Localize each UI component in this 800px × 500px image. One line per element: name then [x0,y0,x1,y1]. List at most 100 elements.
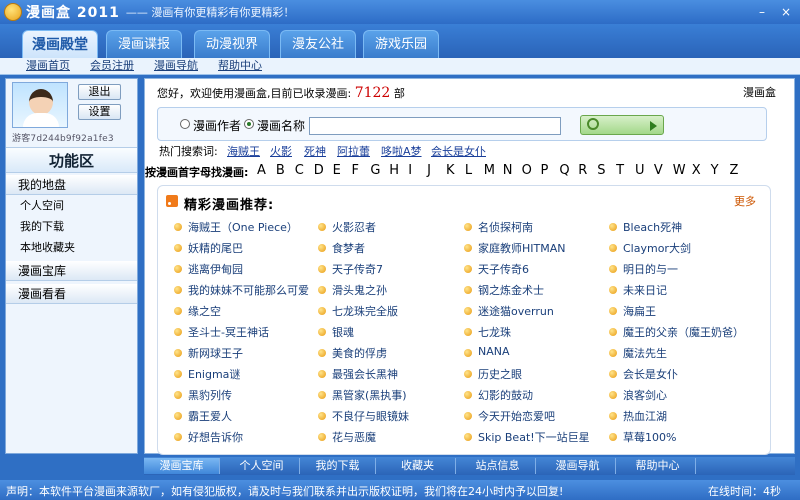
alphabet-letter[interactable]: D [314,163,324,178]
alphabet-letter[interactable]: R [578,163,587,178]
logout-button[interactable]: 退出 [78,84,121,100]
subnav-navigation[interactable]: 漫画导航 [154,58,198,74]
recommend-item[interactable]: 银魂 [332,324,354,340]
recommend-item[interactable]: 天子传奇6 [478,261,529,277]
bottom-tab-help[interactable]: 帮助中心 [620,458,696,474]
recommend-item[interactable]: 火影忍者 [332,219,376,235]
alphabet-letter[interactable]: I [408,163,412,178]
recommend-item[interactable]: 霸王爱人 [188,408,232,424]
recommend-item[interactable]: 幻影的鼓动 [478,387,533,403]
minimize-button[interactable]: – [752,3,772,21]
alphabet-letter[interactable]: J [427,163,431,178]
recommend-item[interactable]: 历史之眼 [478,366,522,382]
radio-name[interactable] [244,119,254,129]
sidebar-item-local-favorites[interactable]: 本地收藏夹 [20,239,75,255]
alphabet-letter[interactable]: U [635,163,645,178]
recommend-item[interactable]: Skip Beat!下一站巨星 [478,429,590,445]
recommend-item[interactable]: 未来日记 [623,282,667,298]
sidebar-section-manga-watch[interactable]: 漫画看看 [6,284,137,304]
alphabet-letter[interactable]: N [503,163,513,178]
bottom-tab-personal[interactable]: 个人空间 [224,458,300,474]
search-input[interactable] [309,117,561,135]
alphabet-letter[interactable]: P [541,163,549,178]
tab-game-park[interactable]: 游戏乐园 [363,30,439,58]
more-link[interactable]: 更多 [734,193,756,209]
recommend-item[interactable]: 浪客剑心 [623,387,667,403]
hot-word[interactable]: 死神 [304,143,326,159]
alphabet-letter[interactable]: W [673,163,686,178]
recommend-item[interactable]: Claymor大剑 [623,240,691,256]
tab-manga-intel[interactable]: 漫画谍报 [106,30,182,58]
alphabet-letter[interactable]: G [370,163,380,178]
close-button[interactable]: × [776,3,796,21]
recommend-item[interactable]: 热血江湖 [623,408,667,424]
alphabet-letter[interactable]: Y [711,163,719,178]
recommend-item[interactable]: 逃离伊甸园 [188,261,243,277]
sidebar-item-my-downloads[interactable]: 我的下载 [20,218,64,234]
hot-word[interactable]: 会长是女仆 [431,143,486,159]
recommend-item[interactable]: 好想告诉你 [188,429,243,445]
alphabet-letter[interactable]: Q [559,163,569,178]
bottom-tab-treasury[interactable]: 漫画宝库 [144,458,220,474]
recommend-item[interactable]: 不良仔与眼镜妹 [332,408,409,424]
radio-author[interactable] [180,119,190,129]
tab-fan-club[interactable]: 漫友公社 [280,30,356,58]
recommend-item[interactable]: 黑豹列传 [188,387,232,403]
bottom-tab-navigation[interactable]: 漫画导航 [540,458,616,474]
hot-word[interactable]: 海贼王 [227,143,260,159]
recommend-item[interactable]: 缘之空 [188,303,221,319]
recommend-item[interactable]: 食梦者 [332,240,365,256]
recommend-item[interactable]: 海贼王（One Piece） [188,219,298,235]
recommend-item[interactable]: 黑管家(黑执事) [332,387,407,403]
subnav-help[interactable]: 帮助中心 [218,58,262,74]
alphabet-letter[interactable]: F [352,163,359,178]
subnav-home[interactable]: 漫画首页 [26,58,70,74]
recommend-item[interactable]: 今天开始恋爱吧 [478,408,555,424]
alphabet-letter[interactable]: T [616,163,624,178]
alphabet-letter[interactable]: M [484,163,495,178]
recommend-item[interactable]: 圣斗士-冥王神话 [188,324,269,340]
recommend-item[interactable]: Enigma谜 [188,366,240,382]
hot-word[interactable]: 阿拉蕾 [337,143,370,159]
recommend-item[interactable]: 七龙珠 [478,324,511,340]
bottom-tab-downloads[interactable]: 我的下载 [300,458,376,474]
recommend-item[interactable]: 迷途猫overrun [478,303,554,319]
recommend-item[interactable]: 魔王的父亲（魔王奶爸） [623,324,744,340]
recommend-item[interactable]: 花与恶魔 [332,429,376,445]
alphabet-letter[interactable]: X [692,163,701,178]
subnav-register[interactable]: 会员注册 [90,58,134,74]
bottom-tab-favorites[interactable]: 收藏夹 [380,458,456,474]
bottom-tab-site-info[interactable]: 站点信息 [460,458,536,474]
recommend-item[interactable]: 钢之炼金术士 [478,282,544,298]
alphabet-letter[interactable]: V [654,163,663,178]
tab-anime-view[interactable]: 动漫视界 [194,30,270,58]
recommend-item[interactable]: 新网球王子 [188,345,243,361]
alphabet-letter[interactable]: A [257,163,266,178]
recommend-item[interactable]: NANA [478,345,510,358]
recommend-item[interactable]: 妖精的尾巴 [188,240,243,256]
hot-word[interactable]: 哆啦A梦 [381,143,422,159]
sidebar-item-personal-space[interactable]: 个人空间 [20,197,64,213]
search-button[interactable] [580,115,664,135]
alphabet-letter[interactable]: Z [730,163,739,178]
alphabet-letter[interactable]: C [295,163,304,178]
recommend-item[interactable]: 明日的与一 [623,261,678,277]
recommend-item[interactable]: 会长是女仆 [623,366,678,382]
alphabet-letter[interactable]: L [465,163,472,178]
tab-manga-hall[interactable]: 漫画殿堂 [22,30,98,58]
recommend-item[interactable]: 魔法先生 [623,345,667,361]
sidebar-section-manga-treasury[interactable]: 漫画宝库 [6,261,137,281]
alphabet-letter[interactable]: S [597,163,605,178]
alphabet-letter[interactable]: B [276,163,285,178]
recommend-item[interactable]: 天子传奇7 [332,261,383,277]
alphabet-letter[interactable]: O [522,163,532,178]
recommend-item[interactable]: 海扁王 [623,303,656,319]
recommend-item[interactable]: 我的妹妹不可能那么可爱 [188,282,309,298]
recommend-item[interactable]: Bleach死神 [623,219,682,235]
recommend-item[interactable]: 草莓100% [623,429,676,445]
recommend-item[interactable]: 美食的俘虏 [332,345,387,361]
recommend-item[interactable]: 名侦探柯南 [478,219,533,235]
hot-word[interactable]: 火影 [270,143,292,159]
recommend-item[interactable]: 滑头鬼之孙 [332,282,387,298]
alphabet-letter[interactable]: E [333,163,341,178]
